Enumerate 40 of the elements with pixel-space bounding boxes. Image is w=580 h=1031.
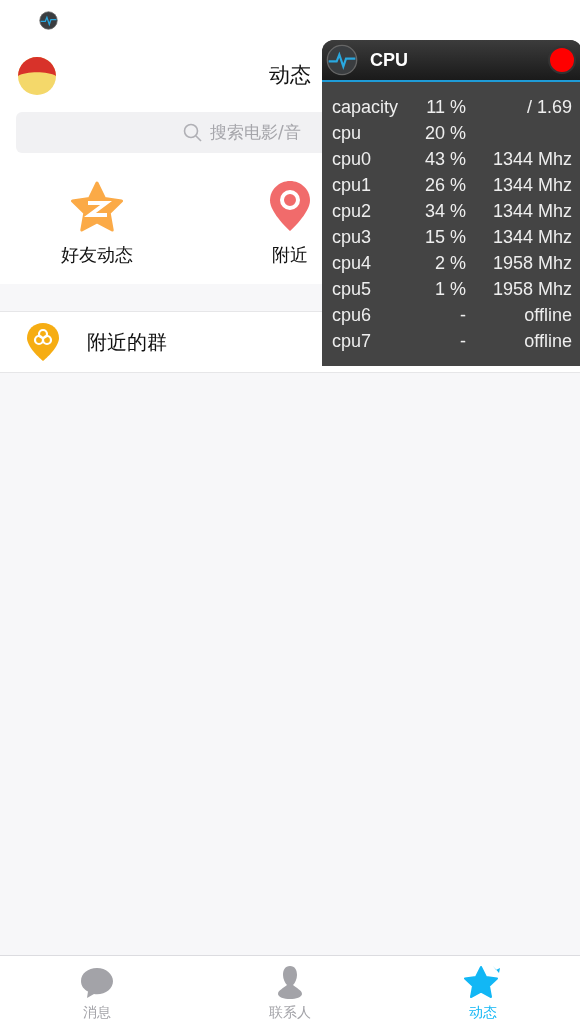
cpu-percent: 43 % — [423, 150, 466, 168]
tab-bar-item[interactable]: 消息 — [0, 956, 194, 1031]
avatar[interactable] — [18, 57, 56, 95]
search-icon — [183, 122, 203, 143]
chat-bubble-icon — [78, 966, 115, 1000]
tab-bar-item[interactable]: 动态 — [386, 956, 580, 1031]
activity-monitor-icon — [326, 44, 358, 76]
cpu-value: 1958 Mhz — [492, 253, 572, 273]
cpu-percent: 2 % — [433, 254, 466, 272]
cpu-value: offline — [524, 331, 572, 351]
cpu-value: 1958 Mhz — [492, 279, 572, 299]
cpu-percent: - — [459, 332, 466, 350]
cpu-value: 1344 Mhz — [492, 201, 572, 221]
tab-bar-item[interactable]: 联系人 — [193, 956, 387, 1031]
star-icon — [68, 181, 125, 233]
cpu-percent: 34 % — [423, 202, 466, 220]
cpu-value: 1344 Mhz — [492, 175, 572, 195]
cpu-percent: 26 % — [423, 176, 466, 194]
cpu-name: cpu — [332, 123, 362, 143]
cpu-percent: 1 % — [433, 280, 466, 298]
row-label: 附近的群 — [87, 329, 167, 356]
group-pin-icon — [26, 322, 60, 362]
page-title: 动态 — [269, 62, 311, 90]
search-placeholder: 搜索电影/音 — [210, 120, 301, 144]
location-pin-icon — [268, 179, 312, 233]
close-button[interactable] — [548, 46, 576, 74]
cpu-percent: 15 % — [423, 228, 466, 246]
cpu-name: cpu1 — [332, 175, 372, 195]
cpu-name: cpu3 — [332, 227, 372, 247]
shortcut-label[interactable]: 好友动态 — [60, 241, 133, 268]
overlay-title: CPU — [370, 48, 409, 72]
shortcut-label[interactable]: 附近 — [272, 241, 308, 268]
cpu-name: cpu7 — [332, 331, 372, 351]
star-icon — [464, 964, 503, 1000]
activity-monitor-icon — [39, 10, 58, 30]
cpu-name: cpu2 — [332, 201, 372, 221]
cpu-value: 1344 Mhz — [492, 227, 572, 247]
cpu-percent: 20 % — [423, 124, 466, 142]
cpu-name: cpu5 — [332, 279, 372, 299]
cpu-name: cpu4 — [332, 253, 372, 273]
